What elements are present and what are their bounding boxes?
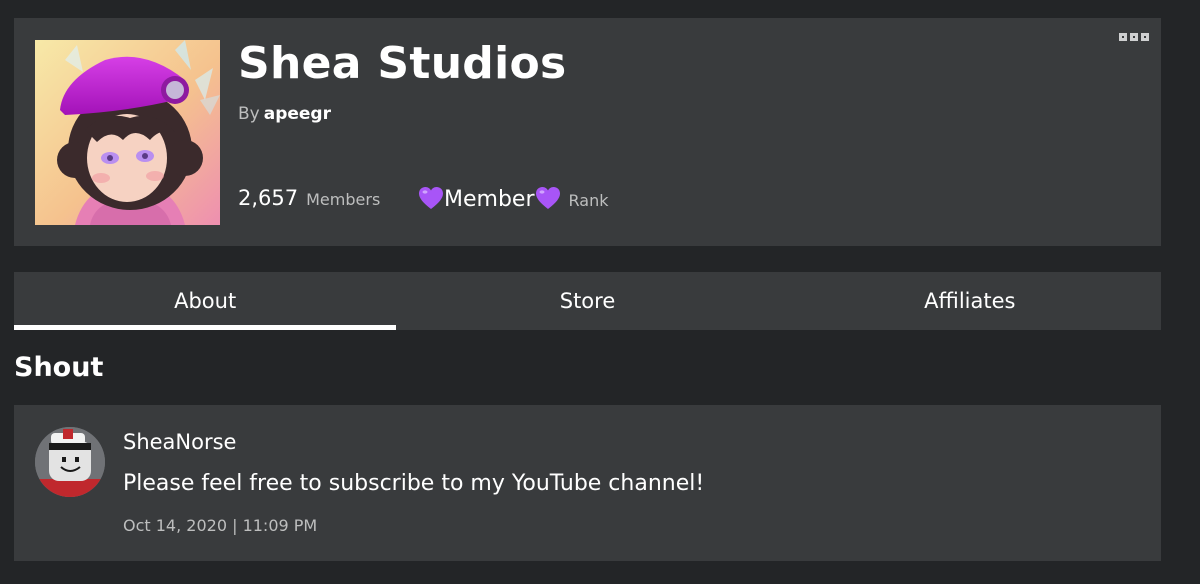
purple-heart-icon bbox=[419, 187, 443, 209]
group-emblem-image bbox=[35, 40, 220, 225]
members-stat: 2,657 Members bbox=[238, 186, 380, 210]
group-page: Shea Studios By apeegr 2,657 Members Membe… bbox=[0, 0, 1200, 584]
shout-section-title: Shout bbox=[14, 352, 104, 383]
more-options-icon[interactable] bbox=[1119, 33, 1149, 43]
owner-link[interactable]: apeegr bbox=[264, 104, 331, 124]
shout-message: Please feel free to subscribe to my YouT… bbox=[123, 471, 705, 496]
more-dot bbox=[1141, 33, 1149, 41]
members-label: Members bbox=[306, 190, 381, 209]
group-owner: By apeegr bbox=[238, 104, 331, 124]
rank-value: Member bbox=[444, 187, 535, 212]
members-count: 2,657 bbox=[238, 186, 299, 210]
user-avatar[interactable] bbox=[35, 427, 105, 497]
more-dot bbox=[1119, 33, 1127, 41]
more-dot bbox=[1130, 33, 1138, 41]
purple-heart-icon bbox=[535, 187, 560, 209]
group-name: Shea Studios bbox=[238, 38, 567, 89]
tab-about[interactable]: About bbox=[14, 272, 397, 330]
group-tabs: About Store Affiliates bbox=[14, 272, 1161, 330]
tab-affiliates[interactable]: Affiliates bbox=[779, 272, 1161, 330]
rank-stat: Member Rank bbox=[418, 186, 608, 212]
owner-prefix: By bbox=[238, 104, 260, 124]
shout-timestamp: Oct 14, 2020 | 11:09 PM bbox=[123, 516, 318, 535]
shout-author-link[interactable]: SheaNorse bbox=[123, 430, 236, 454]
tab-store[interactable]: Store bbox=[396, 272, 778, 330]
shout-card: SheaNorse Please feel free to subscribe … bbox=[14, 405, 1161, 561]
rank-label: Rank bbox=[568, 191, 609, 210]
group-header-card: Shea Studios By apeegr 2,657 Members Membe… bbox=[14, 18, 1161, 246]
